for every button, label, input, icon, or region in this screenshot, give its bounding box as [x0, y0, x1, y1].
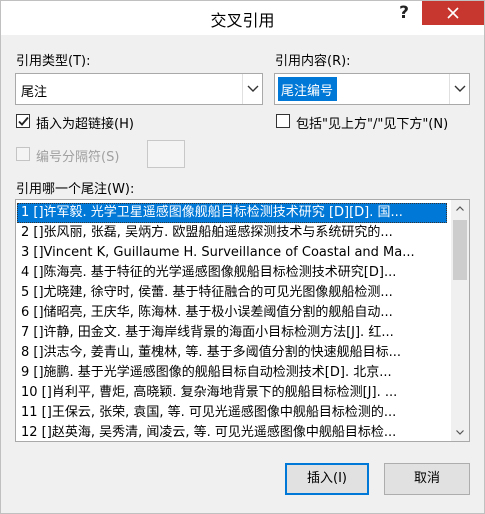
list-item[interactable]: 8 []洪志今, 姜青山, 董槐林, 等. 基于多阈值分割的快速舰船目标... [17, 343, 447, 363]
list-item[interactable]: 12 []赵英海, 吴秀清, 闻凌云, 等. 可见光遥感图像中舰船目标检... [17, 423, 447, 441]
insert-button[interactable]: 插入(I) [285, 463, 369, 495]
ref-type-label: 引用类型(T): [16, 54, 91, 69]
list-item[interactable]: 4 []陈海亮. 基于特征的光学遥感图像舰船目标检测技术研究[D]... [17, 263, 447, 283]
include-above-below-checkbox[interactable] [276, 114, 290, 128]
list-scrollbar[interactable] [451, 200, 469, 441]
list-item[interactable]: 1 []许军毅. 光学卫星遥感图像舰船目标检测技术研究 [D][D]. 国... [17, 203, 447, 223]
close-icon [447, 7, 459, 19]
list-item[interactable]: 10 []肖利平, 曹炬, 高晓颖. 复杂海地背景下的舰船目标检测[J]. ..… [17, 383, 447, 403]
title-bar: 交叉引用 ? [1, 1, 484, 35]
ref-content-label: 引用内容(R): [275, 54, 351, 69]
scroll-down-button[interactable] [451, 424, 469, 441]
separator-label: 编号分隔符(S) [36, 150, 120, 165]
separator-input[interactable] [147, 140, 185, 168]
ref-type-value: 尾注 [21, 85, 48, 100]
include-above-below-label: 包括"见上方"/"见下方"(N) [296, 117, 449, 132]
list-item[interactable]: 6 []储昭亮, 王庆华, 陈海林. 基于极小误差阈值分割的舰船自动... [17, 303, 447, 323]
ref-content-dropdown-button[interactable] [449, 74, 469, 104]
list-item[interactable]: 11 []王保云, 张荣, 袁国, 等. 可见光遥感图像中舰船目标检测的... [17, 403, 447, 423]
ref-type-dropdown-button[interactable] [242, 74, 262, 104]
cross-reference-dialog: 交叉引用 ? 引用类型(T): 尾注 引用内容(R): 尾注编号 插入为超链接(… [0, 0, 485, 514]
chevron-up-icon [456, 206, 464, 211]
list-item[interactable]: 9 []施鹏. 基于光学遥感图像的舰船目标自动检测技术[D]. 北京... [17, 363, 447, 383]
chevron-down-icon [454, 85, 466, 92]
endnote-list-label: 引用哪一个尾注(W): [16, 182, 135, 197]
scroll-up-button[interactable] [451, 200, 469, 217]
list-item[interactable]: 5 []尤晓建, 徐守时, 侯蕾. 基于特征融合的可见光图像舰船检测... [17, 283, 447, 303]
list-item[interactable]: 2 []张风丽, 张磊, 吴炳方. 欧盟船舶遥感探测技术与系统研究的... [17, 223, 447, 243]
insert-hyperlink-checkbox[interactable] [16, 114, 30, 128]
separator-checkbox[interactable] [16, 147, 30, 161]
chevron-down-icon [247, 85, 259, 92]
checkmark-icon [18, 116, 29, 126]
help-button[interactable]: ? [386, 1, 422, 25]
chevron-down-icon [456, 430, 464, 435]
cancel-button[interactable]: 取消 [384, 463, 470, 495]
ref-content-select[interactable]: 尾注编号 [274, 73, 470, 105]
ref-type-select[interactable]: 尾注 [15, 73, 263, 105]
list-item[interactable]: 3 []Vincent K, Guillaume H. Surveillance… [17, 243, 447, 263]
ref-content-value: 尾注编号 [278, 77, 338, 101]
scroll-thumb[interactable] [453, 220, 467, 280]
insert-hyperlink-label: 插入为超链接(H) [36, 117, 134, 132]
endnote-listbox[interactable]: 1 []许军毅. 光学卫星遥感图像舰船目标检测技术研究 [D][D]. 国...… [15, 199, 470, 442]
list-item[interactable]: 7 []许静, 田金文. 基于海岸线背景的海面小目标检测方法[J]. 红... [17, 323, 447, 343]
close-button[interactable] [422, 1, 484, 25]
